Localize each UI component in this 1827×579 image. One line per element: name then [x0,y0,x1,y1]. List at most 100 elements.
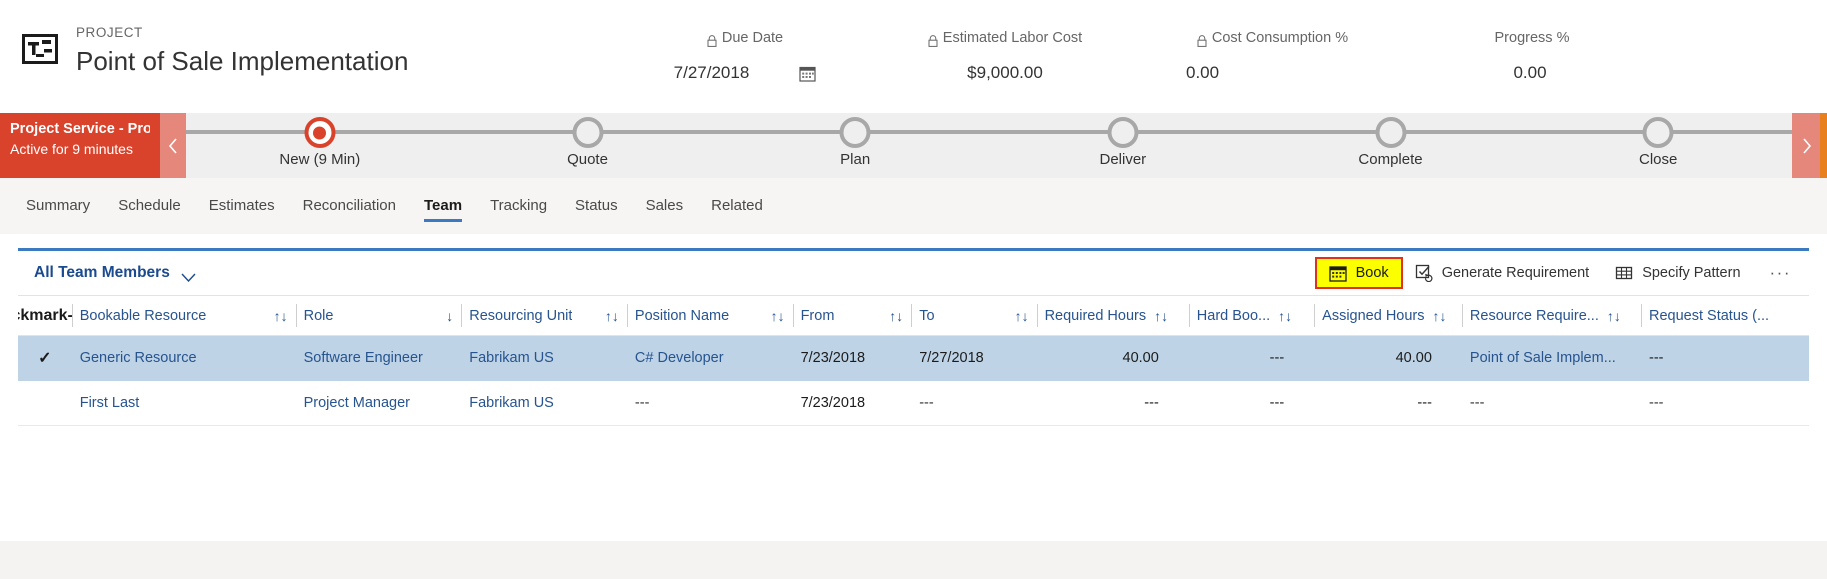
column-header-required-hours[interactable]: Required Hours ↑↓ [1036,295,1189,336]
column-header-role[interactable]: Role ↓ [295,295,462,336]
bpf-stage-complete[interactable]: Complete [1257,113,1525,178]
bpf-active-duration: Active for 9 minutes [10,141,133,157]
column-label: Request Status (... [1649,307,1770,324]
column-header-assigned-hours[interactable]: Assigned Hours ↑↓ [1314,295,1462,336]
sort-icon: ↑↓ [770,307,785,324]
sort-icon: ↑↓ [1432,307,1447,324]
column-label: From [800,307,835,324]
stage-marker-icon [1642,117,1674,148]
cell-hard-booked: --- [1188,335,1315,381]
column-header-position-name[interactable]: Position Name ↑↓ [626,295,793,336]
tab-status[interactable]: Status [561,178,632,234]
cell-to: 7/27/2018 [911,335,1037,381]
row-select-checkbox[interactable]: ✓ [18,335,72,381]
tab-summary[interactable]: Summary [12,178,104,234]
stage-marker-icon [304,117,336,148]
cell-request-status: --- [1641,335,1809,381]
record-identity: PROJECT Point of Sale Implementation [0,0,620,78]
metric-label: Due Date [721,30,784,46]
column-header-from[interactable]: From ↑↓ [792,295,912,336]
generate-requirement-label: Generate Requirement [1441,265,1590,281]
book-button-label: Book [1355,265,1389,281]
bpf-process-name: Project Service - Project ... [10,121,150,137]
specify-pattern-button[interactable]: Specify Pattern [1602,258,1753,288]
chevron-right-icon[interactable] [1792,113,1820,178]
cell-resource-requirement[interactable]: Point of Sale Implem... [1461,335,1641,381]
right-edge-rail [1820,113,1827,178]
bpf-stage-list: New (9 Min) Quote Plan Deliver Complete … [186,113,1792,178]
bpf-stage-label: Complete [1358,151,1423,168]
cell-role[interactable]: Project Manager [295,380,462,426]
team-members-table: checkmark-icon Bookable Resource ↑↓ Role… [18,295,1809,426]
bpf-stage-label: New (9 Min) [279,151,361,168]
cell-from: 7/23/2018 [792,380,912,426]
cell-position-name[interactable]: C# Developer [626,335,793,381]
metric-label: Progress % [1494,30,1570,46]
bpf-stage-label: Plan [840,151,871,168]
tab-team[interactable]: Team [410,178,476,234]
bpf-stage-quote[interactable]: Quote [454,113,722,178]
metric-estimated-labor-cost: Estimated Labor Cost $9,000.00 [870,28,1140,84]
column-header-request-status[interactable]: Request Status (... [1641,295,1809,336]
row-select-checkbox[interactable] [18,380,72,426]
bpf-current-stage-banner[interactable]: Project Service - Project ... Active for… [0,113,160,178]
header-metrics: Due Date 7/27/2018 Estimated Labor Cost … [620,0,1827,84]
cell-bookable-resource[interactable]: First Last [71,380,296,426]
cell-resourcing-unit[interactable]: Fabrikam US [461,335,627,381]
record-header: PROJECT Point of Sale Implementation Due… [0,0,1827,113]
cell-role[interactable]: Software Engineer [295,335,462,381]
cell-resourcing-unit[interactable]: Fabrikam US [461,380,627,426]
sort-icon: ↑↓ [273,307,288,324]
cell-from: 7/23/2018 [792,335,912,381]
metric-value: $9,000.00 [967,63,1043,82]
column-header-resource-requirement[interactable]: Resource Require... ↑↓ [1461,295,1641,336]
view-selector[interactable]: All Team Members [26,264,196,282]
cell-to: --- [911,380,1037,426]
column-header-hard-booked[interactable]: Hard Boo... ↑↓ [1188,295,1315,336]
column-label: To [919,307,935,324]
stage-marker-icon [839,117,871,148]
column-header-to[interactable]: To ↑↓ [911,295,1037,336]
metric-value: 7/27/2018 [673,63,750,82]
grid-pattern-icon [1615,264,1633,282]
metric-due-date: Due Date 7/27/2018 [620,28,870,84]
metric-cost-consumption: Cost Consumption % 0.00 [1140,28,1405,84]
team-members-subgrid: All Team Members Book Generate Requireme… [18,248,1809,463]
cell-required-hours: --- [1036,380,1189,426]
tab-estimates[interactable]: Estimates [195,178,289,234]
column-header-bookable-resource[interactable]: Bookable Resource ↑↓ [71,295,296,336]
select-all-header[interactable]: checkmark-icon [18,295,72,336]
sort-icon: ↑↓ [1014,307,1029,324]
column-label: Position Name [634,307,730,324]
subgrid-actions: Book Generate Requirement Specify Patter… [1314,257,1809,289]
bpf-stage-plan[interactable]: Plan [721,113,989,178]
bpf-stage-deliver[interactable]: Deliver [989,113,1257,178]
bpf-stage-close[interactable]: Close [1524,113,1792,178]
tab-reconciliation[interactable]: Reconciliation [289,178,410,234]
column-header-resourcing-unit[interactable]: Resourcing Unit ↑↓ [461,295,627,336]
table-row[interactable]: ✓ Generic Resource Software Engineer Fab… [18,335,1809,381]
column-label: Resource Require... [1469,307,1599,324]
more-commands-icon[interactable]: ··· [1754,263,1801,283]
cell-bookable-resource[interactable]: Generic Resource [71,335,296,381]
sort-icon: ↑↓ [1154,307,1169,324]
bpf-stage-new[interactable]: New (9 Min) [186,113,454,178]
checkmark-icon: checkmark-icon [18,306,72,324]
tab-tracking[interactable]: Tracking [476,178,561,234]
tab-related[interactable]: Related [697,178,777,234]
table-row[interactable]: First Last Project Manager Fabrikam US -… [18,380,1809,426]
column-label: Required Hours [1044,307,1147,324]
checkbox-refresh-icon [1415,264,1433,283]
generate-requirement-button[interactable]: Generate Requirement [1402,258,1603,288]
calendar-icon[interactable] [799,65,816,82]
book-button[interactable]: Book [1314,257,1403,289]
tab-sales[interactable]: Sales [632,178,698,234]
cell-position-name: --- [626,380,793,426]
cell-resource-requirement: --- [1461,380,1641,426]
specify-pattern-label: Specify Pattern [1642,265,1741,281]
lock-icon [1197,33,1207,47]
tab-schedule[interactable]: Schedule [104,178,195,234]
sort-icon: ↓ [446,307,454,324]
page-title: Point of Sale Implementation [76,46,409,76]
chevron-left-icon[interactable] [160,113,186,178]
